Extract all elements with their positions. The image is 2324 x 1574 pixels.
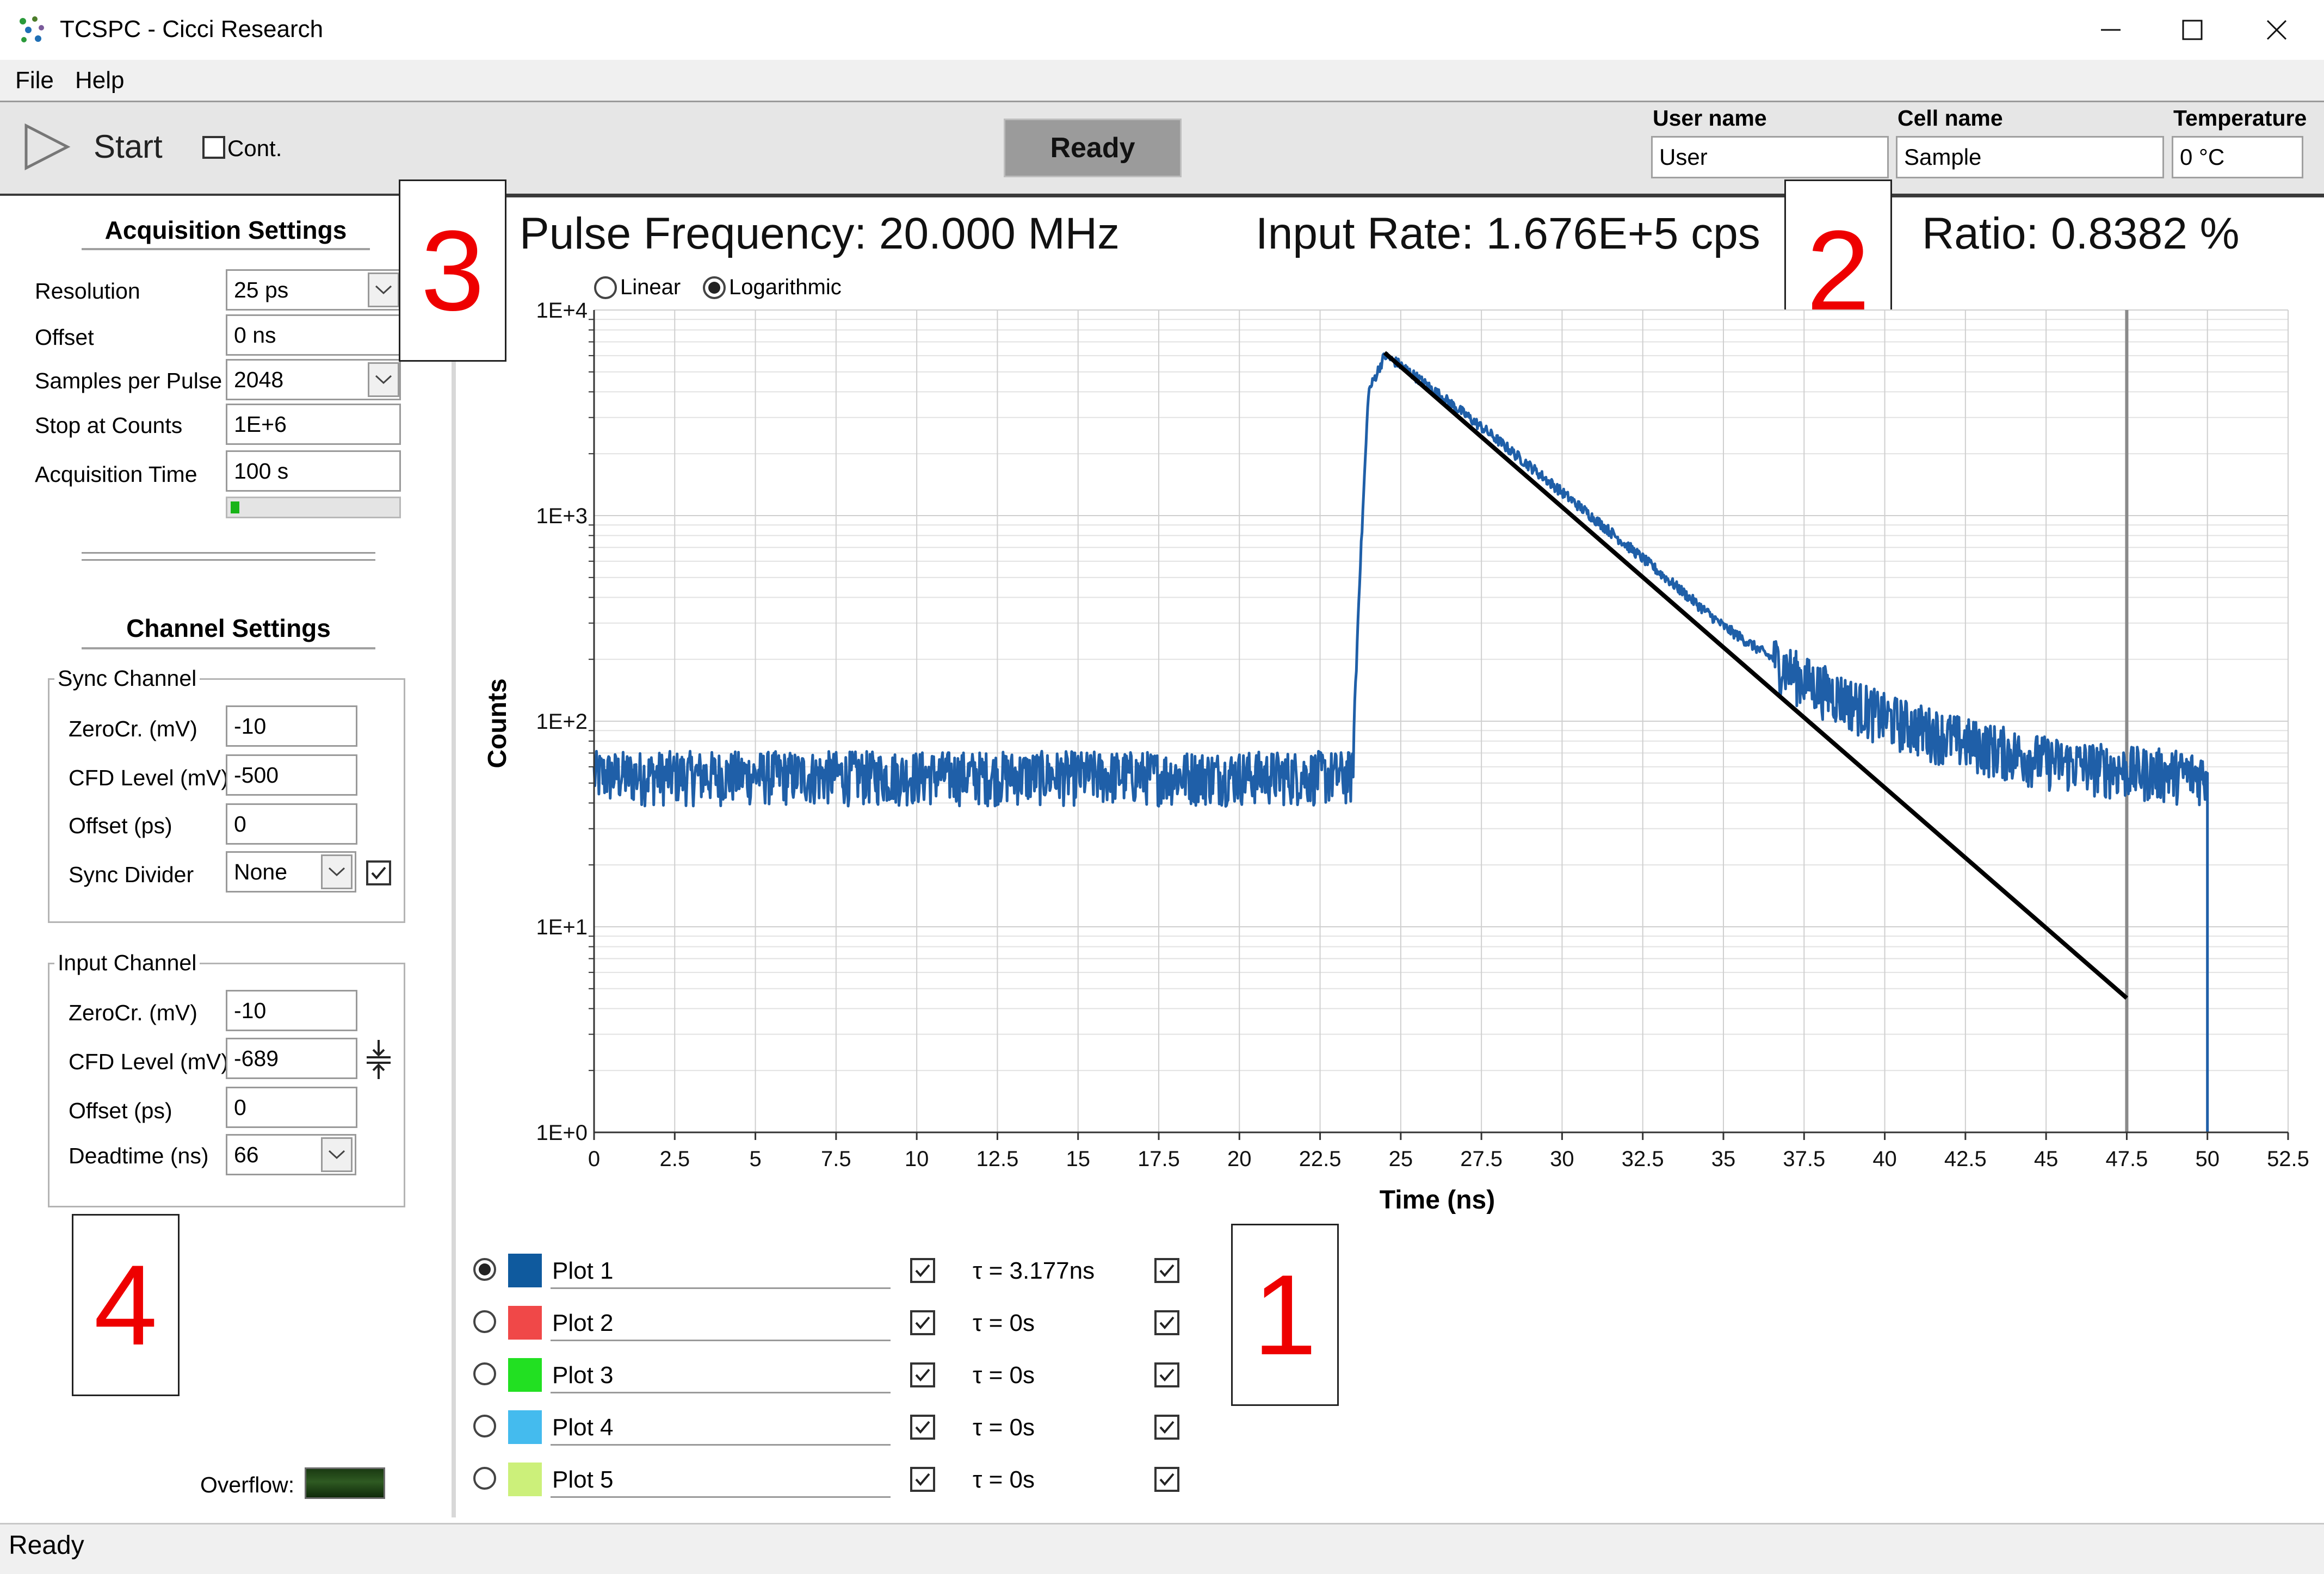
y-tick-labels: 1E+0 1E+1 1E+2 1E+3 1E+4 [536,299,588,1145]
status-bar [0,1523,2324,1574]
plot-lifetime-readout: τ = 0s [973,1466,1035,1493]
x-tick-label: 50 [2195,1147,2220,1171]
plot-visible-checkbox[interactable] [910,1258,935,1283]
plot-visible-checkbox[interactable] [910,1467,935,1492]
plot-select-radio[interactable] [473,1415,496,1437]
check-icon [915,1316,930,1330]
plot-name-field[interactable]: Plot 1 [552,1255,614,1287]
x-tick-label: 37.5 [1783,1147,1825,1171]
plot-name-field[interactable]: Plot 2 [552,1307,614,1340]
x-tick-label: 10 [905,1147,929,1171]
x-tick-label: 45 [2034,1147,2059,1171]
x-tick-label: 22.5 [1299,1147,1342,1171]
overflow-indicator [305,1467,385,1499]
x-tick-label: 2.5 [659,1147,690,1171]
x-tick-label: 35 [1711,1147,1736,1171]
y-tick-label: 1E+0 [536,1121,588,1145]
x-tick-label: 5 [749,1147,761,1171]
plot-color-swatch[interactable] [508,1254,542,1287]
plot-select-radio[interactable] [473,1258,496,1281]
plot-lifetime-readout: τ = 0s [973,1310,1035,1336]
x-tick-label: 40 [1872,1147,1897,1171]
y-axis-label: Counts [483,678,512,768]
plot-color-swatch[interactable] [508,1358,542,1392]
y-tick-label: 1E+1 [536,915,588,939]
plot-lifetime-readout: τ = 3.177ns [973,1257,1095,1284]
check-icon [915,1473,930,1486]
radio-selected-dot [479,1263,491,1275]
x-tick-label: 27.5 [1460,1147,1503,1171]
check-icon [1159,1421,1175,1434]
callout-1: 1 [1231,1224,1339,1406]
x-tick-label: 15 [1066,1147,1090,1171]
x-tick-label: 20 [1227,1147,1252,1171]
plot-color-swatch[interactable] [508,1410,542,1444]
decay-chart[interactable]: 0 2.5 5 7.5 10 12.5 15 17.5 20 22.5 25 27.5 30 32.5 35… [0,0,2324,1224]
check-icon [915,1264,930,1278]
plot-name-field[interactable]: Plot 4 [552,1411,614,1444]
plot-select-radio[interactable] [473,1467,496,1490]
x-tick-label: 25 [1389,1147,1413,1171]
x-tick-label: 0 [588,1147,600,1171]
plot-name-underline [551,1496,891,1498]
plot-fit-checkbox[interactable] [1154,1310,1179,1335]
plot-lifetime-readout: τ = 0s [973,1362,1035,1389]
plot-color-swatch[interactable] [508,1306,542,1340]
check-icon [1159,1473,1175,1486]
plot-fit-checkbox[interactable] [1154,1362,1179,1387]
x-tick-label: 30 [1550,1147,1574,1171]
x-axis-label: Time (ns) [1380,1186,1495,1214]
check-icon [1159,1264,1175,1278]
check-icon [1159,1368,1175,1382]
plot-fit-checkbox[interactable] [1154,1415,1179,1440]
plot-name-underline [551,1340,891,1341]
plot-select-radio[interactable] [473,1362,496,1385]
plot-name-underline [551,1444,891,1446]
status-text: Ready [9,1531,84,1560]
x-tick-label: 32.5 [1622,1147,1664,1171]
plot-lifetime-readout: τ = 0s [973,1414,1035,1441]
check-icon [1159,1316,1175,1330]
plot-fit-checkbox[interactable] [1154,1467,1179,1492]
check-icon [915,1421,930,1434]
plot-visible-checkbox[interactable] [910,1362,935,1387]
overflow-label: Overflow: [200,1472,295,1497]
plot-select-radio[interactable] [473,1310,496,1333]
plot-fit-checkbox[interactable] [1154,1258,1179,1283]
x-tick-labels: 0 2.5 5 7.5 10 12.5 15 17.5 20 22.5 25 27.5 30 32.5 35… [588,1147,2309,1171]
y-tick-label: 1E+4 [536,299,588,323]
plot-name-field[interactable]: Plot 5 [552,1464,614,1496]
plot-visible-checkbox[interactable] [910,1415,935,1440]
plot-name-underline [551,1392,891,1393]
x-tick-label: 17.5 [1138,1147,1180,1171]
plot-name-field[interactable]: Plot 3 [552,1359,614,1392]
y-tick-label: 1E+2 [536,710,588,734]
x-tick-label: 42.5 [1944,1147,1987,1171]
check-icon [915,1368,930,1382]
x-tick-label: 7.5 [821,1147,851,1171]
y-tick-label: 1E+3 [536,504,588,528]
x-tick-label: 12.5 [976,1147,1018,1171]
x-tick-label: 47.5 [2105,1147,2148,1171]
x-tick-label: 52.5 [2267,1147,2309,1171]
plot-name-underline [551,1287,891,1289]
plot-visible-checkbox[interactable] [910,1310,935,1335]
callout-4: 4 [72,1214,180,1396]
plot-color-swatch[interactable] [508,1463,542,1496]
